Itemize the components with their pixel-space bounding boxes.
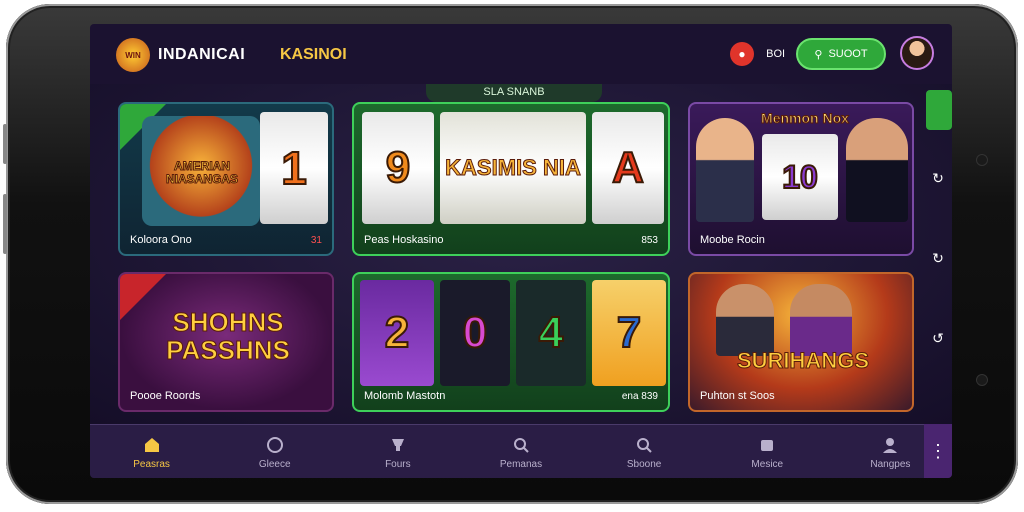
- more-menu-icon[interactable]: ⋮: [924, 424, 952, 478]
- nav-label: Pemanas: [499, 458, 543, 470]
- game-art-host-right: [790, 284, 852, 356]
- brand-name: INDANICAI: [158, 46, 246, 63]
- slot-reel: 1: [260, 112, 328, 224]
- game-title: AMERIAN NIASANGAS: [165, 159, 238, 186]
- brand-subtitle: KASINOI: [280, 46, 347, 63]
- nav-item-trophy[interactable]: Fours: [336, 425, 459, 478]
- user-icon: [880, 435, 900, 455]
- globe-icon: [265, 435, 285, 455]
- arrow-icon[interactable]: ↻: [928, 250, 948, 270]
- reel-symbol: 0: [462, 307, 489, 358]
- slot-reel: 10: [762, 134, 838, 220]
- slot-reel: 0: [440, 280, 510, 386]
- logo-icon: WIN: [116, 38, 150, 72]
- reel-symbol: 9: [385, 142, 412, 193]
- avatar[interactable]: [900, 36, 934, 70]
- phone-side-button: [3, 194, 7, 254]
- game-art-host-right: [846, 118, 908, 222]
- reel-symbol: A: [611, 142, 645, 193]
- game-art-host-left: [696, 118, 754, 222]
- camera-dot: [976, 374, 988, 386]
- nav-label: Mesice: [751, 458, 784, 470]
- trophy-icon: [388, 435, 408, 455]
- nav-label: Gleece: [258, 458, 291, 470]
- nav-item-home[interactable]: Peasras: [90, 425, 213, 478]
- game-title: KASIMIS NIA: [445, 155, 582, 180]
- nav-item-globe[interactable]: Gleece: [213, 425, 336, 478]
- game-caption: Moobe Rocin: [700, 234, 765, 246]
- game-caption: Peas Hoskasino: [364, 234, 444, 246]
- home-icon: [142, 435, 162, 455]
- section-tab[interactable]: SLA SNANB: [426, 84, 602, 102]
- side-rail: ↻ ↻ ↺: [926, 90, 954, 420]
- reel-symbol: 4: [538, 307, 565, 358]
- nav-label: Nangpes: [870, 458, 911, 470]
- slot-reel: A: [592, 112, 664, 224]
- game-card[interactable]: 2 0 4 7 Molomb Mastotn ena 839: [352, 272, 670, 412]
- nav-label: Peasras: [133, 458, 170, 470]
- arrow-icon[interactable]: ↻: [928, 170, 948, 190]
- game-card[interactable]: 10 Menmon Nox Moobe Rocin: [688, 102, 914, 256]
- game-card[interactable]: SHOHNS PASSHNS Poooe Roords: [118, 272, 334, 412]
- game-count: 31: [310, 235, 322, 246]
- game-caption: Molomb Mastotn: [364, 390, 446, 402]
- game-count: ena 839: [621, 391, 658, 402]
- game-title: SHOHNS PASSHNS: [166, 307, 291, 365]
- location-pin-icon[interactable]: ●: [730, 42, 754, 66]
- game-title: SURIHANGS: [736, 348, 869, 374]
- logo-text: WIN: [125, 50, 141, 60]
- game-card[interactable]: AMERIAN NIASANGAS 1 Koloora Ono 31: [118, 102, 334, 256]
- search-button-label: SUOOT: [828, 48, 868, 60]
- bottom-nav: Peasras Gleece Fours Pemanas Sboone Mesi…: [90, 424, 952, 478]
- camera-dot: [976, 154, 988, 166]
- nav-item-search[interactable]: Pemanas: [459, 425, 582, 478]
- arrow-icon[interactable]: ↺: [928, 330, 948, 350]
- search-button[interactable]: ⚲ SUOOT: [796, 38, 886, 70]
- slot-reel: 4: [516, 280, 586, 386]
- game-art-host-left: [716, 284, 774, 356]
- game-card[interactable]: SURIHANGS Puhton st Soos: [688, 272, 914, 412]
- slot-reel: KASIMIS NIA: [440, 112, 586, 224]
- reel-symbol: 10: [781, 158, 819, 196]
- game-caption: Koloora Ono: [130, 234, 192, 246]
- location-label: BOI: [760, 48, 786, 60]
- search-icon: [511, 435, 531, 455]
- nav-item-chip[interactable]: Mesice: [706, 425, 829, 478]
- game-count: 853: [641, 235, 658, 246]
- slot-reel: 7: [592, 280, 666, 386]
- reel-symbol: 2: [384, 307, 411, 358]
- nav-label: Sboone: [626, 458, 662, 470]
- game-card[interactable]: 9 KASIMIS NIA A Peas Hoskasino 853: [352, 102, 670, 256]
- slot-reel: 9: [362, 112, 434, 224]
- game-caption: Poooe Roords: [130, 390, 201, 402]
- search-icon: ⚲: [814, 48, 823, 61]
- slot-reel: 2: [360, 280, 434, 386]
- phone-side-button: [3, 124, 7, 164]
- reel-symbol: 7: [616, 307, 643, 358]
- game-caption: Puhton st Soos: [700, 390, 775, 402]
- side-tab[interactable]: [926, 90, 952, 130]
- reel-symbol: 1: [280, 141, 308, 195]
- top-bar: WIN INDANICAI KASINOI ● BOI ⚲ SUOOT: [90, 24, 952, 84]
- chip-icon: [757, 435, 777, 455]
- nav-item-search-2[interactable]: Sboone: [583, 425, 706, 478]
- nav-label: Fours: [385, 458, 411, 470]
- search-icon: [634, 435, 654, 455]
- game-title: Menmon Nox: [761, 110, 850, 127]
- app-screen: WIN INDANICAI KASINOI ● BOI ⚲ SUOOT SLA …: [90, 24, 952, 478]
